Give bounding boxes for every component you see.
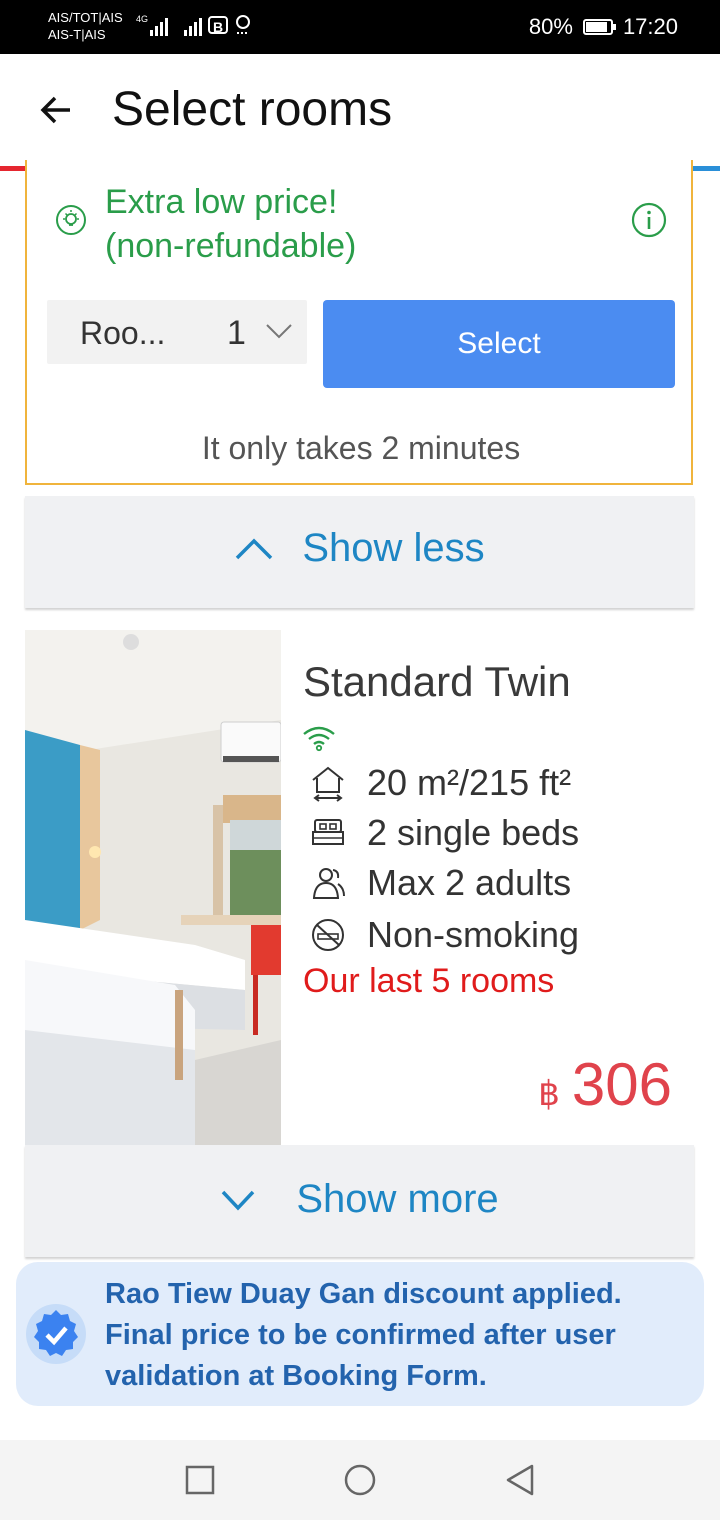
- room-size-icon: [312, 766, 344, 802]
- room-price: ฿ 306: [538, 1050, 672, 1119]
- b-badge-icon: B: [208, 16, 229, 35]
- room-card[interactable]: Standard Twin 20 m²/215 ft² 2 single bed…: [25, 630, 694, 1145]
- bed-icon: [312, 819, 344, 845]
- back-triangle-icon[interactable]: [502, 1462, 538, 1498]
- occupancy: Max 2 adults: [309, 862, 571, 904]
- chevron-up-icon: [236, 538, 273, 559]
- room-size: 20 m²/215 ft²: [309, 762, 571, 804]
- home-circle-icon[interactable]: [342, 1462, 378, 1498]
- booking-time-note: It only takes 2 minutes: [201, 430, 521, 466]
- carrier-line-1: AIS/TOT|AIS: [48, 10, 123, 25]
- verified-badge-icon: [26, 1304, 86, 1364]
- offer-line-2: (non-refundable): [105, 227, 357, 265]
- offer-label: Extra low price! (non-refundable): [105, 180, 356, 268]
- wifi-icon: [303, 726, 335, 752]
- offer-line-1: Extra low price!: [105, 183, 338, 221]
- recents-square-icon[interactable]: [182, 1462, 218, 1498]
- page-title: Select rooms: [112, 83, 393, 136]
- status-icons: 4G B: [136, 14, 252, 36]
- status-right: 80% 17:20: [529, 14, 678, 40]
- bed-info-text: 2 single beds: [367, 812, 580, 853]
- price-amount: 306: [571, 1051, 672, 1118]
- room-photo[interactable]: [25, 630, 281, 1145]
- chevron-down-icon: [222, 1190, 255, 1211]
- signal-icon: [150, 14, 169, 36]
- discount-banner: Rao Tiew Duay Gan discount applied. Fina…: [16, 1262, 704, 1406]
- arrow-left-icon[interactable]: [36, 90, 76, 130]
- info-icon[interactable]: [631, 202, 667, 238]
- smoking-policy-text: Non-smoking: [367, 914, 580, 955]
- adults-icon: [312, 868, 345, 899]
- show-less-button[interactable]: Show less: [25, 496, 694, 608]
- show-more-label: Show more: [296, 1177, 499, 1221]
- app-bar: Select rooms: [0, 54, 720, 166]
- availability-warning: Our last 5 rooms: [303, 962, 555, 1000]
- show-less-label: Show less: [302, 526, 485, 570]
- network-type: 4G: [136, 14, 149, 24]
- room-size-text: 20 m²/215 ft²: [367, 762, 572, 803]
- carrier-line-2: AIS-T|AIS: [48, 27, 106, 42]
- battery-icon: [582, 19, 616, 35]
- no-smoking-icon: [312, 919, 344, 951]
- signal-2-icon: [184, 14, 203, 36]
- room-count-value: 1: [227, 314, 246, 352]
- rate-offer-card: Extra low price! (non-refundable) Roo...…: [25, 160, 693, 485]
- discount-message: Rao Tiew Duay Gan discount applied. Fina…: [105, 1278, 622, 1392]
- room-count-dropdown[interactable]: Roo... 1: [47, 300, 307, 364]
- room-count-label: Roo...: [80, 315, 166, 351]
- status-bar: AIS/TOT|AIS AIS-T|AIS 4G B 80% 17:20: [0, 0, 720, 54]
- carrier-info: AIS/TOT|AIS AIS-T|AIS: [48, 9, 123, 43]
- room-image: [25, 630, 281, 1145]
- battery-percent: 80%: [528, 14, 573, 39]
- show-more-button[interactable]: Show more: [25, 1145, 694, 1257]
- clock: 17:20: [622, 14, 678, 39]
- chevron-down-icon: [266, 324, 292, 339]
- room-name: Standard Twin: [303, 658, 571, 705]
- smoking-policy: Non-smoking: [309, 914, 579, 956]
- system-nav-bar: [0, 1440, 720, 1520]
- occupancy-text: Max 2 adults: [367, 862, 572, 903]
- location-icon: [236, 15, 251, 34]
- select-button[interactable]: Select: [323, 300, 675, 388]
- lightbulb-icon: [56, 205, 86, 235]
- bed-info: 2 single beds: [309, 812, 579, 854]
- currency-symbol: ฿: [538, 1075, 560, 1113]
